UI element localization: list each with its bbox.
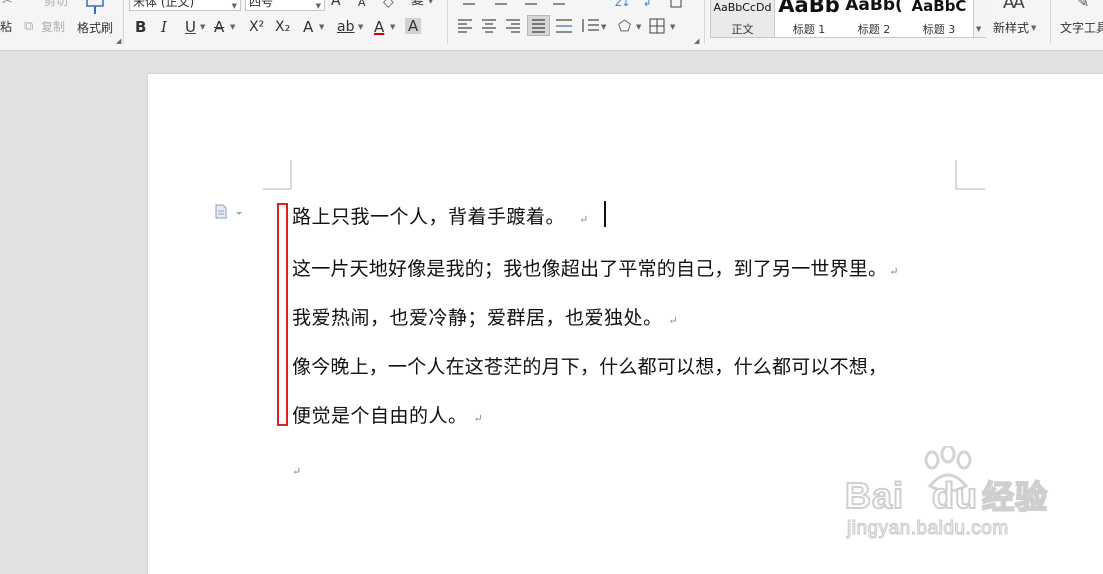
shading-dropdown-icon[interactable]: ▼ (636, 23, 641, 31)
svg-text:Z↓: Z↓ (615, 0, 630, 9)
style-preview: AaBbC (911, 0, 967, 15)
style-name: 标题 1 (792, 23, 826, 36)
highlight-dropdown-icon[interactable]: ▼ (358, 23, 363, 31)
empty-paragraph[interactable]: ↵ (292, 458, 302, 480)
styles-scroll[interactable]: ▼ (973, 0, 986, 37)
paragraph-5[interactable]: 便觉是个自由的人。 ↵ (292, 401, 483, 428)
strikethrough-button[interactable]: A (214, 19, 224, 35)
paste-button[interactable]: 粘 (0, 20, 12, 34)
watermark-brand-2: du (931, 474, 979, 517)
strikethrough-dropdown-icon[interactable]: ▼ (230, 23, 235, 31)
paragraph-text: 便觉是个自由的人。 (292, 405, 468, 427)
text-cursor (604, 201, 606, 227)
paragraph-mark: ↵ (473, 412, 484, 425)
style-heading-1[interactable]: AaBb 标题 1 (777, 0, 841, 37)
font-color-button[interactable]: A (374, 19, 384, 35)
copy-button[interactable]: 复制 (41, 20, 65, 34)
shading-icon[interactable]: ⬠ (618, 18, 631, 34)
paragraph-text: 这一片天地好像是我的；我也像超出了平常的自己，到了另一世界里。 (292, 258, 888, 280)
font-name-value: 宋体 (正文) (133, 0, 195, 9)
style-heading-2[interactable]: AaBb( 标题 2 (842, 0, 906, 37)
styles-more-icon[interactable]: ▼ (976, 25, 981, 33)
watermark-brand: Bai (844, 474, 905, 517)
style-preview: AaBb( (845, 0, 903, 15)
grow-font-button[interactable]: A (331, 0, 341, 9)
underline-button[interactable]: U (185, 19, 196, 35)
style-preview: AaBb (778, 0, 840, 17)
justify-icon[interactable] (527, 15, 551, 37)
paragraph-mark: ↵ (889, 265, 899, 278)
shrink-font-button[interactable]: A (358, 0, 366, 11)
paragraph-handle-icon[interactable] (214, 204, 244, 220)
italic-button[interactable]: I (161, 19, 167, 35)
bold-button[interactable]: B (135, 19, 146, 35)
phonetic-dropdown-icon[interactable]: ▼ (428, 0, 433, 5)
ribbon-toolbar: ✂ 剪切 粘 ⧉ 复制 格式刷 ◢ 宋体 (正文) ▼ 四号 ▼ A A ◇ 變 ▼… (0, 0, 1103, 51)
style-normal[interactable]: AaBbCcDd 正文 (711, 0, 775, 37)
style-preview: AaBbCcDd (713, 1, 772, 14)
separator (447, 0, 448, 44)
paragraph-4[interactable]: 像今晚上，一个人在这苍茫的月下，什么都可以想，什么都可以不想， (292, 352, 887, 379)
paragraph-3[interactable]: 我爱热闹，也爱冷静；爱群居，也爱独处。 ↵ (292, 303, 678, 330)
separator (1050, 0, 1051, 44)
style-name: 标题 2 (857, 23, 891, 36)
new-style-icon[interactable]: AA (1003, 0, 1025, 12)
phonetic-button[interactable]: 變 (411, 0, 424, 9)
styles-gallery: AaBbCcDd 正文 AaBb 标题 1 AaBb( 标题 2 AaBbC 标… (710, 0, 986, 38)
char-shading-button[interactable]: A (405, 18, 422, 34)
paragraph-mark: ↵ (668, 314, 679, 327)
wrench-icon[interactable]: ✎ (1076, 0, 1089, 10)
new-style-button[interactable]: 新样式 (993, 21, 1029, 35)
paragraph-text: 像今晚上，一个人在这苍茫的月下，什么都可以想，什么都可以不想， (292, 356, 888, 378)
clipboard-launcher-icon[interactable]: ◢ (116, 37, 121, 45)
style-name: 标题 3 (922, 23, 956, 36)
text-effect-dropdown-icon[interactable]: ▼ (319, 23, 324, 31)
font-color-dropdown-icon[interactable]: ▼ (390, 23, 395, 31)
highlight-button[interactable]: ab (337, 19, 354, 35)
margin-corner-top-right (955, 160, 985, 190)
margin-corner-top-left (263, 160, 292, 190)
paragraph-mark: ↵ (579, 213, 589, 226)
cut-button[interactable]: 剪切 (44, 0, 68, 8)
paragraph-2[interactable]: 这一片天地好像是我的；我也像超出了平常的自己，到了另一世界里。 ↵ (292, 254, 899, 281)
svg-text:↲: ↲ (643, 0, 651, 9)
font-name-select[interactable]: 宋体 (正文) ▼ (129, 0, 241, 11)
watermark-cn: 经验 (981, 478, 1049, 516)
new-style-dropdown-icon[interactable]: ▼ (1031, 24, 1036, 32)
style-heading-3[interactable]: AaBbC 标题 3 (907, 0, 971, 37)
font-size-value: 四号 (249, 0, 274, 9)
format-painter-button[interactable]: 格式刷 (77, 21, 113, 35)
clear-format-button[interactable]: ◇ (383, 0, 394, 10)
font-size-select[interactable]: 四号 ▼ (245, 0, 325, 11)
align-center-icon[interactable] (479, 17, 503, 35)
line-spacing-dropdown-icon[interactable]: ▼ (601, 23, 606, 31)
separator (123, 0, 124, 44)
highlight-annotation-box (277, 203, 288, 426)
borders-icon[interactable] (648, 17, 668, 35)
scissors-icon[interactable]: ✂ (2, 0, 13, 10)
align-left-icon[interactable] (455, 17, 479, 35)
subscript-button[interactable]: X₂ (275, 19, 290, 35)
align-right-icon[interactable] (503, 17, 527, 35)
paragraph-text: 路上只我一个人，背着手踱着。 (292, 206, 566, 228)
text-effect-button[interactable]: A (303, 19, 313, 35)
distribute-icon[interactable] (553, 17, 577, 35)
text-tools-button[interactable]: 文字工具 (1060, 21, 1103, 35)
underline-dropdown-icon[interactable]: ▼ (200, 23, 205, 31)
style-name: 正文 (731, 23, 754, 36)
format-painter-icon[interactable] (84, 0, 106, 16)
paragraph-1[interactable]: 路上只我一个人，背着手踱着。 ↵ (292, 202, 589, 229)
separator (704, 0, 705, 44)
borders-dropdown-icon[interactable]: ▼ (670, 23, 675, 31)
list-controls: Z↓ ↲ (463, 0, 682, 9)
paragraph-text: 我爱热闹，也爱冷静；爱群居，也爱独处。 (292, 307, 663, 329)
paragraph-launcher-icon[interactable]: ◢ (694, 37, 699, 45)
paragraph-mark: ↵ (292, 465, 302, 478)
superscript-button[interactable]: X² (249, 19, 264, 35)
copy-icon[interactable]: ⧉ (24, 19, 33, 35)
watermark-url: jingyan.baidu.com (846, 517, 1009, 539)
